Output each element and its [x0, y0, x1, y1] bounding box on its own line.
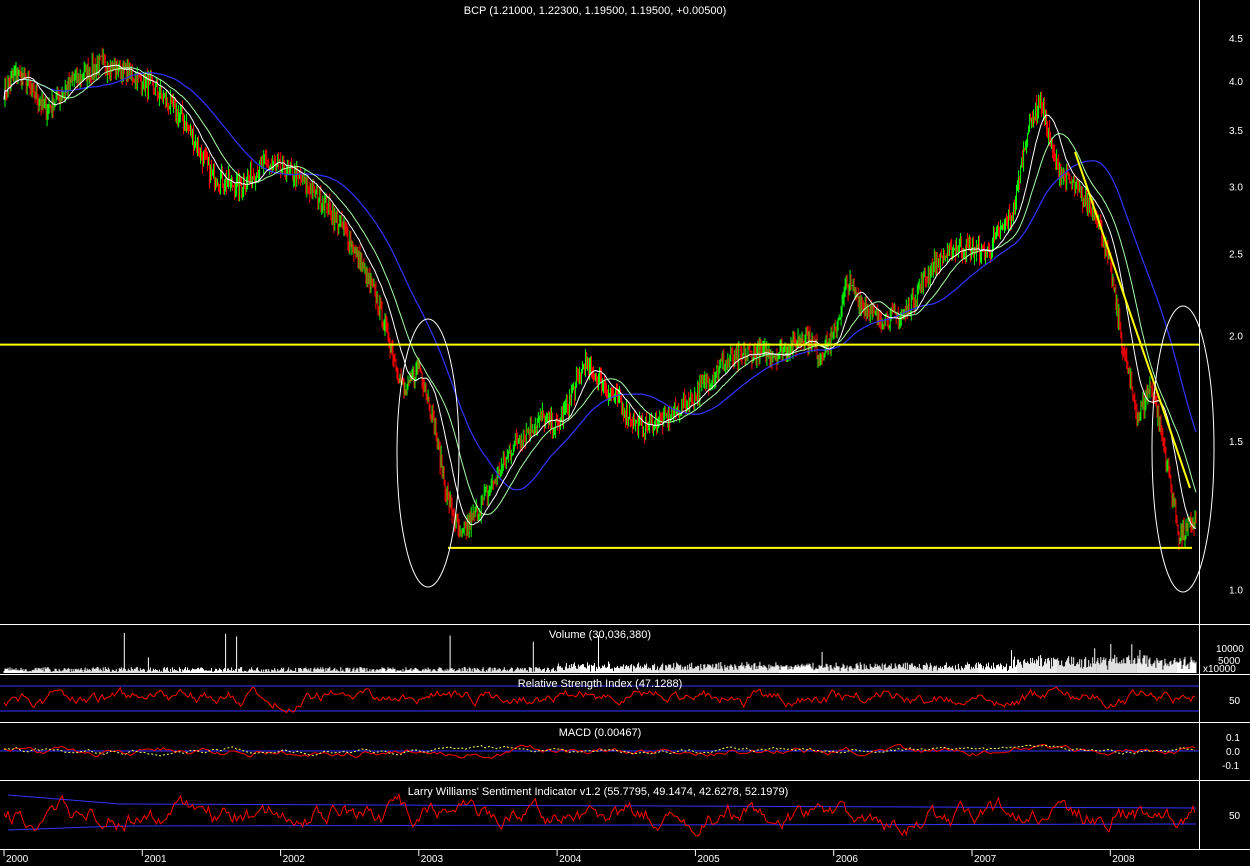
macd-y-tick-1: 0.0: [1226, 747, 1240, 758]
price-y-tick: 2.5: [1229, 250, 1243, 261]
price-y-tick: 2.0: [1229, 331, 1243, 342]
x-tick-label: 2000: [6, 854, 29, 865]
x-tick-label: 2004: [559, 854, 582, 865]
macd-title: MACD (0.00467): [559, 727, 642, 739]
volume-y-tick-2: x10000: [1203, 664, 1236, 675]
stock-chart: 4.5 4.0 3.5 3.0 2.5 2.0 1.5 1.0 BCP (1.21000, 1…: [0, 0, 1250, 866]
x-tick-label: 2001: [144, 854, 167, 865]
volume-title: Volume (30,036,380): [549, 629, 651, 641]
price-y-tick: 4.5: [1229, 34, 1243, 45]
x-tick-label: 2006: [836, 854, 859, 865]
rsi-title: Relative Strength Index (47.1288): [518, 678, 683, 690]
x-tick-label: 2008: [1112, 854, 1135, 865]
price-title: BCP (1.21000, 1.22300, 1.19500, 1.19500,…: [464, 5, 727, 17]
price-y-tick: 3.0: [1229, 183, 1243, 194]
macd-y-tick-0: 0.1: [1226, 733, 1240, 744]
macd-y-tick-2: -0.1: [1222, 761, 1240, 772]
rsi-y-tick: 50: [1229, 696, 1241, 707]
price-y-tick: 1.5: [1229, 437, 1243, 448]
volume-y-tick-0: 10000: [1216, 644, 1244, 655]
sentiment-y-tick: 50: [1229, 811, 1241, 822]
x-tick-label: 2003: [421, 854, 444, 865]
price-y-tick: 3.5: [1229, 126, 1243, 137]
x-tick-label: 2007: [974, 854, 997, 865]
price-y-tick: 4.0: [1229, 77, 1243, 88]
sentiment-title: Larry Williams' Sentiment Indicator v1.2…: [408, 786, 789, 798]
x-tick-label: 2002: [283, 854, 306, 865]
price-y-tick: 1.0: [1229, 585, 1243, 596]
x-tick-label: 2005: [697, 854, 720, 865]
